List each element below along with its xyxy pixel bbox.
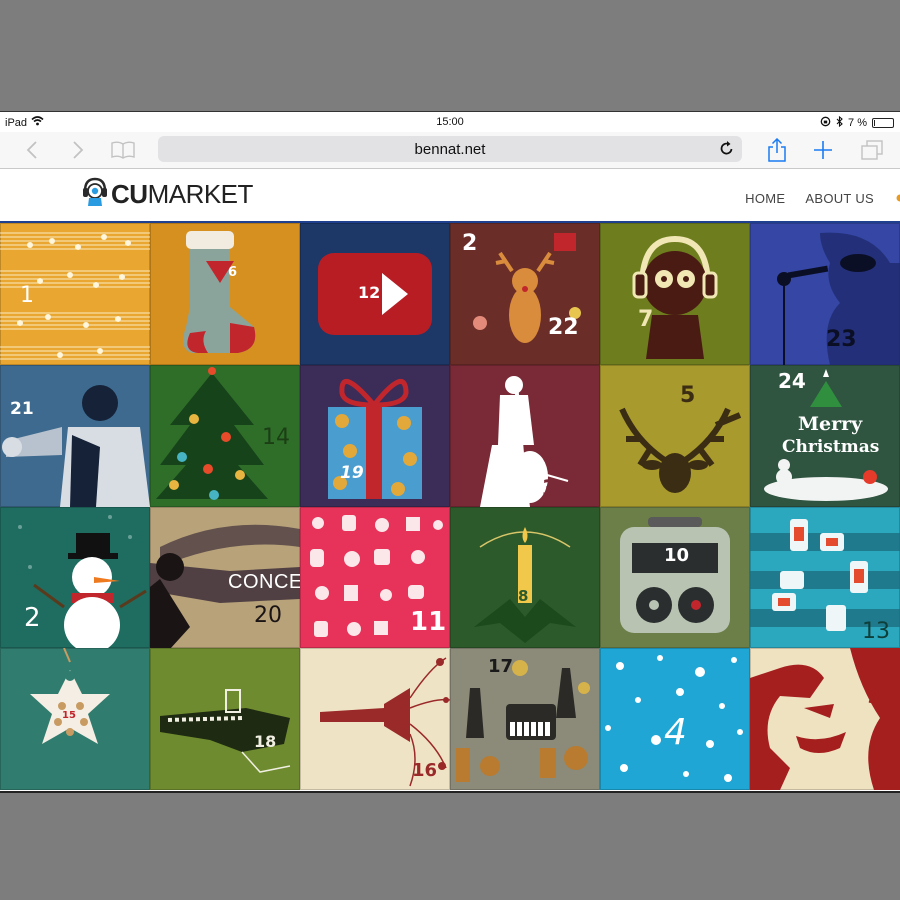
day-number: 12 [358,283,381,302]
day-number: 22 [548,315,579,340]
tape-recorder-icon [620,516,730,633]
nav-home[interactable]: HOME [745,191,785,206]
day-number: 23 [826,327,857,352]
tile-candle[interactable]: 8 [450,506,600,649]
day-number: 18 [254,732,277,752]
back-icon[interactable] [22,136,42,164]
bookmarks-icon[interactable] [110,136,136,164]
candle-icon [474,526,576,643]
concert-text: CONCE [228,570,300,593]
tile-gift-box[interactable]: 19 [300,364,450,507]
logo-rest: MARKET [147,179,254,209]
tile-antlers[interactable]: 5 [600,364,750,507]
reload-icon[interactable] [720,140,734,160]
day-number: 17 [488,656,514,678]
tile-tape-recorder[interactable]: 10 [600,506,750,649]
gift-box-icon [328,378,422,499]
snowman-icon [18,514,147,649]
tile-sheet-music[interactable]: 1 [0,223,150,365]
day-number: 1 [20,283,34,308]
advent-calendar-grid: 1 6 12 2 22 7 23 21 14 19 3 5 24 Merry C… [0,223,900,790]
tile-merry-christmas[interactable]: 24 Merry Christmas [750,364,900,507]
status-bar: iPad 15:00 7 % [0,112,900,132]
tile-double-bass-player[interactable]: 3 [450,364,600,507]
main-nav: HOME ABOUT US [745,191,900,206]
tile-snowman[interactable]: 2 [0,506,150,649]
nav-more-edge[interactable] [894,191,900,204]
headphones-mascot-icon [82,177,108,212]
day-number: 21 [10,398,34,419]
tile-singer[interactable]: 23 [750,223,900,365]
tile-concert[interactable]: CONCE 20 [150,506,300,649]
antlers-icon [619,407,742,493]
day-number: 24 [778,368,806,393]
browser-toolbar: bennat.net [0,132,900,169]
day-number: 2 [462,231,478,256]
tile-crocodile[interactable]: 18 [150,648,300,790]
day-number: 9 [868,688,880,709]
headphone-monkey-icon [632,235,718,359]
day-number: 7 [638,307,654,332]
instruments-pattern [456,660,590,783]
tile-snowfall[interactable]: 4 [600,648,750,790]
tile-trumpet-flowers[interactable]: 16 [300,648,450,790]
battery-level [874,120,875,126]
day-number: 19 [340,462,364,483]
christmas-text: Christmas [782,436,880,457]
tile-doodle-monsters[interactable]: 11 [300,506,450,649]
tabs-icon[interactable] [860,136,884,164]
nav-about-us[interactable]: ABOUT US [805,191,874,206]
day-number: 20 [254,602,282,628]
day-number: 13 [862,618,890,644]
url-text: bennat.net [414,140,486,158]
tile-christmas-tree[interactable]: 14 [150,364,300,507]
day-number: 10 [664,544,690,566]
tile-play-button[interactable]: 12 [300,223,450,365]
orientation-lock-icon [820,116,831,130]
singer-icon [777,232,900,365]
stocking-icon [183,231,256,353]
logo-bold: CU [111,179,148,209]
day-number: 6 [228,265,238,280]
battery-icon [872,118,894,128]
merry-text: Merry [798,412,863,435]
address-bar[interactable]: bennat.net [158,136,742,162]
tile-headphone-monkey[interactable]: 7 [600,223,750,365]
day-number: 5 [680,382,696,408]
double-bass-player-icon [480,375,569,507]
battery-percent: 7 % [848,117,867,129]
day-number: 2 [24,602,41,633]
site-logo[interactable]: CUMARKET [82,177,253,212]
santa-face-art [750,648,900,790]
crocodile-icon [160,689,291,774]
trumpet-player-icon [2,384,150,507]
tile-trumpet-player[interactable]: 21 [0,364,150,507]
merry-christmas-art [764,368,888,501]
tile-stocking[interactable]: 6 [150,223,300,365]
ipad-screen: iPad 15:00 7 % bennat.net CUMARKET HOME … [0,111,900,793]
day-number: 16 [412,760,438,782]
tile-reindeer[interactable]: 2 22 [450,223,600,365]
tile-santa-face[interactable]: 9 [750,648,900,790]
day-number: 8 [518,586,529,605]
tile-instruments[interactable]: 17 [450,648,600,790]
tile-star-cookie[interactable]: 15 [0,648,150,790]
day-number: 11 [410,606,447,637]
day-number: 15 [62,710,76,722]
day-number: 3 [542,476,558,502]
tile-smartphones[interactable]: 13 [750,506,900,649]
forward-icon[interactable] [68,136,88,164]
new-tab-icon[interactable] [812,136,834,164]
day-number: 14 [262,424,290,450]
site-header: CUMARKET HOME ABOUT US [0,169,900,224]
share-icon[interactable] [766,136,788,164]
logo-text: CUMARKET [111,179,253,210]
bluetooth-icon [836,115,843,130]
day-number: 4 [664,712,687,754]
clock: 15:00 [436,116,464,128]
